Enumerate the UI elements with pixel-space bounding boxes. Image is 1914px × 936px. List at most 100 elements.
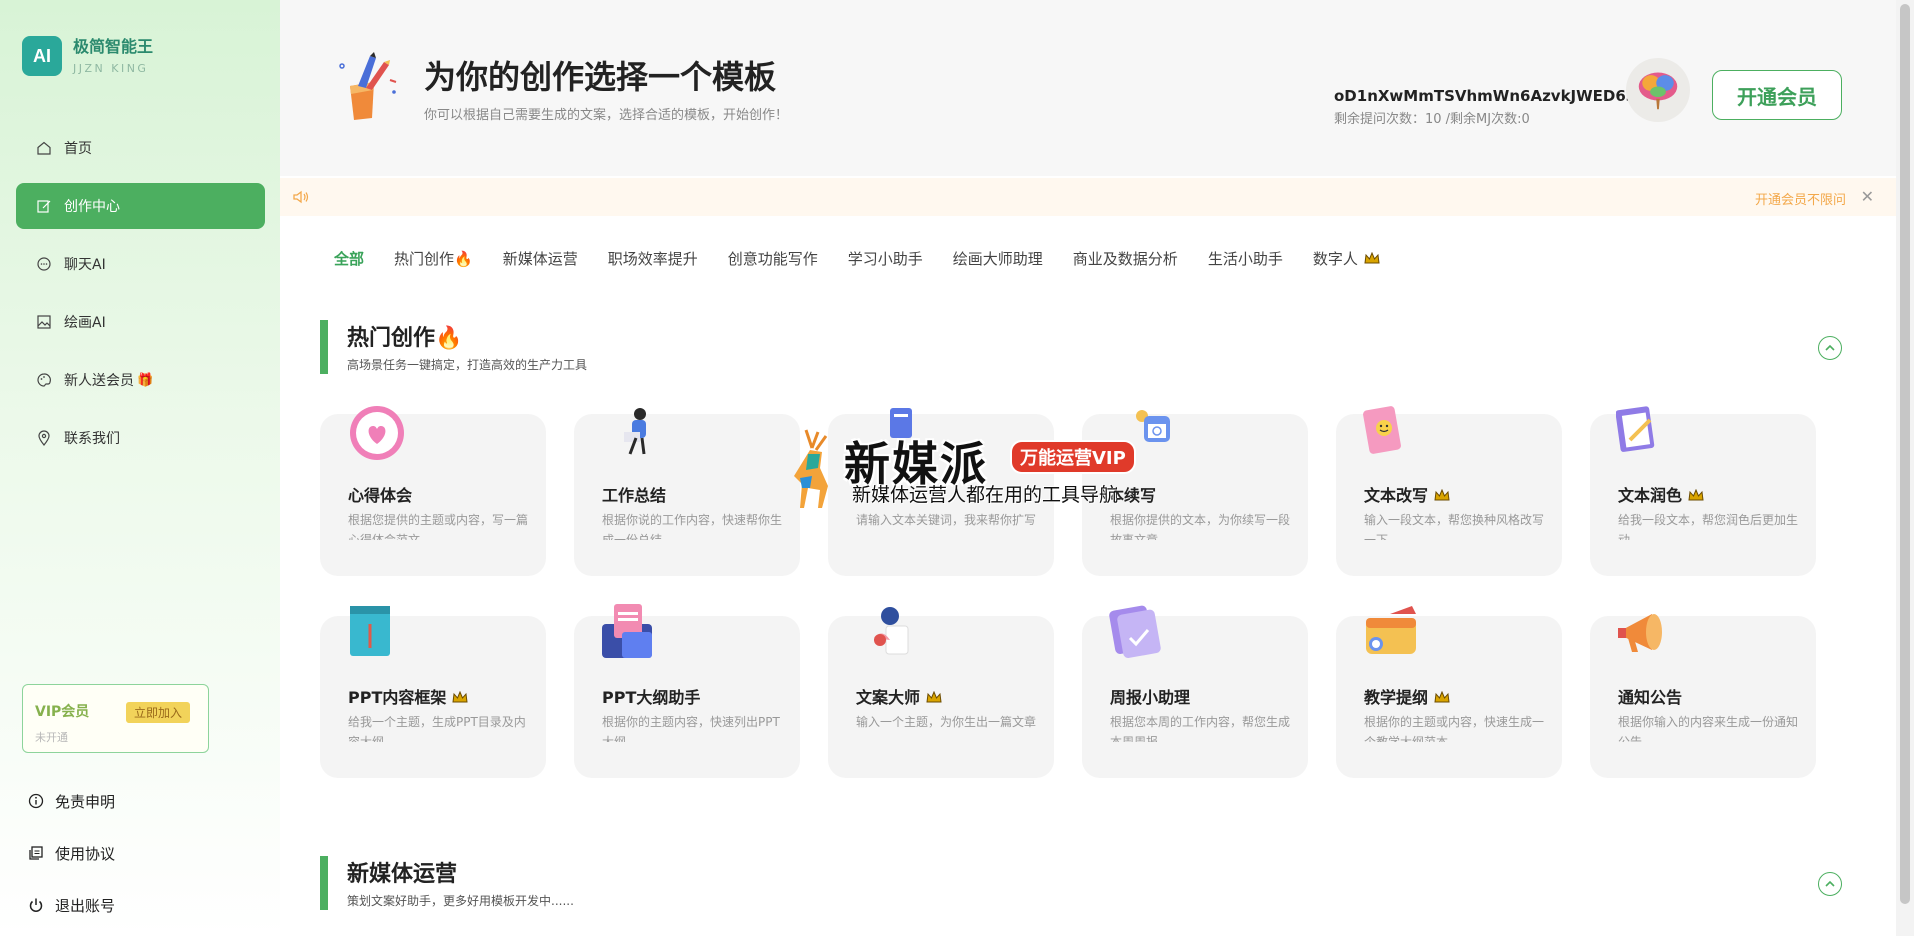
tab-study[interactable]: 学习小助手: [848, 248, 923, 269]
sidebar-footer-links: 免责申明 使用协议 退出账号: [28, 788, 115, 936]
template-card[interactable]: 文本改写 输入一段文本，帮您换种风格改写一下: [1336, 406, 1562, 576]
sidebar-item-label: 绘画AI: [64, 315, 106, 331]
card-title: 周报小助理: [1110, 688, 1191, 707]
section-title: 热门创作🔥: [347, 326, 463, 351]
tab-business[interactable]: 商业及数据分析: [1073, 248, 1178, 269]
usage-quota: 剩余提问次数：10 /剩余MJ次数:0: [1334, 112, 1530, 127]
vip-card-status: 未开通: [35, 731, 68, 744]
page-subtitle: 你可以根据自己需要生成的文案，选择合适的模板，开始创作！: [424, 108, 789, 123]
card-title: 通知公告: [1618, 688, 1683, 707]
card-description: 请输入文本关键词，我来帮你扩写: [856, 513, 1036, 527]
watermark-badge: 万能运营VIP: [1010, 440, 1136, 474]
crown-icon: [452, 688, 468, 707]
clipboard-icon: [1615, 402, 1678, 464]
category-tabs: 全部 热门创作🔥 新媒体运营 职场效率提升 创意功能写作 学习小助手 绘画大师助…: [334, 248, 1410, 269]
scrollbar[interactable]: [1896, 0, 1914, 936]
chat-icon: [36, 256, 52, 272]
crown-icon: [1434, 486, 1450, 505]
sidebar-item-label: 首页: [64, 141, 92, 157]
open-vip-button[interactable]: 开通会员: [1712, 70, 1842, 120]
pen-icon: [36, 198, 52, 214]
sidebar-item-label: 创作中心: [64, 199, 120, 215]
sidebar-item-creation-center[interactable]: 创作中心: [16, 183, 265, 229]
section-subtitle: 高场景任务一键搞定，打造高效的生产力工具: [347, 358, 588, 372]
location-icon: [36, 430, 52, 446]
tab-all[interactable]: 全部: [334, 248, 364, 269]
card-description: 输入一段文本，帮您换种风格改写一下: [1364, 513, 1544, 540]
folder-icon: [346, 604, 408, 666]
sidebar-item-label: 新人送会员: [64, 373, 134, 389]
watermark-overlay: 新媒派 万能运营VIP 新媒体运营人都在用的工具导航: [782, 428, 1142, 510]
template-card[interactable]: 周报小助理 根据您本周的工作内容，帮您生成本周周报: [1082, 605, 1308, 778]
tab-digital-human[interactable]: 数字人: [1313, 248, 1380, 269]
crown-icon: [1364, 250, 1380, 268]
brain-icon: [1638, 72, 1678, 110]
gift-icon: 🎁: [137, 372, 154, 388]
card-title: 文本润色: [1618, 482, 1704, 506]
card-description: 根据你提供的文本，为你续写一段故事文章: [1110, 513, 1290, 540]
card-description: 根据你的主题内容，快速列出PPT大纲: [602, 715, 780, 742]
sidebar-item-home[interactable]: 首页: [16, 125, 265, 171]
sidebar: AI 极简智能王 JJZN KING 首页 创作中心 聊天AI 绘画AI 新人送…: [0, 0, 280, 936]
section-accent-bar: [320, 320, 328, 374]
card-description: 根据你输入的内容来生成一份通知公告: [1618, 715, 1798, 742]
close-icon[interactable]: ✕: [1861, 187, 1874, 206]
tab-hot[interactable]: 热门创作🔥: [394, 248, 473, 269]
speaker-icon: [292, 189, 310, 209]
crown-icon: [1434, 688, 1450, 707]
sidebar-item-new-user-vip[interactable]: 新人送会员 🎁: [16, 357, 265, 403]
notice-bar: 开通会员不限问 ✕: [280, 178, 1896, 216]
card-description: 根据你说的工作内容，快速帮你生成一份总结: [602, 513, 782, 540]
logout-label: 退出账号: [55, 896, 116, 915]
briefcase-icon: [1362, 604, 1424, 666]
logo[interactable]: AI 极简智能王 JJZN KING: [22, 36, 153, 76]
palette-icon: [36, 372, 52, 388]
card-title: 文案大师: [856, 684, 942, 708]
template-card[interactable]: PPT大纲助手 根据你的主题内容，快速列出PPT大纲: [574, 604, 800, 778]
card-title: PPT内容框架: [348, 684, 468, 708]
scrollbar-thumb[interactable]: [1900, 4, 1910, 904]
vip-join-button[interactable]: 立即加入: [126, 702, 191, 723]
template-card[interactable]: 通知公告 根据你输入的内容来生成一份通知公告: [1590, 614, 1816, 778]
template-card[interactable]: PPT内容框架 给我一个主题，生成PPT目录及内容大纲: [320, 606, 546, 778]
card-description: 给我一个主题，生成PPT目录及内容大纲: [348, 715, 526, 742]
template-card[interactable]: 工作总结 根据你说的工作内容，快速帮你生成一份总结: [574, 408, 800, 576]
template-card[interactable]: 文案大师 输入一个主题，为你生出一篇文章: [828, 607, 1054, 778]
tab-workplace[interactable]: 职场效率提升: [608, 248, 698, 269]
collapse-button[interactable]: [1818, 336, 1842, 360]
sidebar-item-chat-ai[interactable]: 聊天AI: [16, 241, 265, 287]
tab-label: 数字人: [1312, 250, 1358, 268]
file-icon: [600, 604, 662, 666]
logo-icon: AI: [22, 36, 62, 76]
deer-logo-icon: [794, 429, 828, 508]
tab-painting[interactable]: 绘画大师助理: [953, 248, 1043, 269]
template-card[interactable]: 教学提纲 根据你的主题或内容，快速生成一个教学大纲范本: [1336, 606, 1562, 778]
chevron-up-icon: [1825, 344, 1835, 351]
card-title: 教学提纲: [1364, 684, 1450, 708]
terms-label: 使用协议: [55, 844, 116, 863]
template-card[interactable]: 心得体会 根据您提供的主题或内容，写一篇心得体会范文: [320, 406, 546, 576]
section-new-media: 新媒体运营 策划文案好助手，更多好用模板开发中......: [320, 856, 1856, 910]
page-title: 为你的创作选择一个模板: [424, 58, 777, 96]
crown-icon: [1688, 486, 1704, 505]
disclaimer-link[interactable]: 免责申明: [28, 788, 115, 814]
tab-creative-writing[interactable]: 创意功能写作: [728, 248, 818, 269]
notebook-icon: [1362, 402, 1424, 464]
image-icon: [36, 314, 52, 330]
main-content: 为你的创作选择一个模板 你可以根据自己需要生成的文案，选择合适的模板，开始创作！…: [280, 0, 1896, 936]
tab-label: 热门创作: [394, 250, 455, 268]
template-card[interactable]: 文本润色 给我一段文本，帮您润色后更加生动: [1590, 406, 1816, 576]
sidebar-item-contact[interactable]: 联系我们: [16, 415, 265, 461]
logout-link[interactable]: 退出账号: [28, 892, 115, 918]
sidebar-item-painting-ai[interactable]: 绘画AI: [16, 299, 265, 345]
terms-link[interactable]: 使用协议: [28, 840, 115, 866]
fire-icon: 🔥: [435, 326, 463, 351]
collapse-button[interactable]: [1818, 872, 1842, 896]
avatar[interactable]: [1626, 58, 1690, 122]
tab-life[interactable]: 生活小助手: [1208, 248, 1283, 269]
vip-card: VIP会员 未开通 立即加入: [22, 684, 209, 753]
section-title: 新媒体运营: [347, 862, 458, 887]
crown-icon: [926, 688, 942, 707]
tab-new-media[interactable]: 新媒体运营: [503, 248, 578, 269]
chevron-up-icon: [1825, 880, 1835, 887]
